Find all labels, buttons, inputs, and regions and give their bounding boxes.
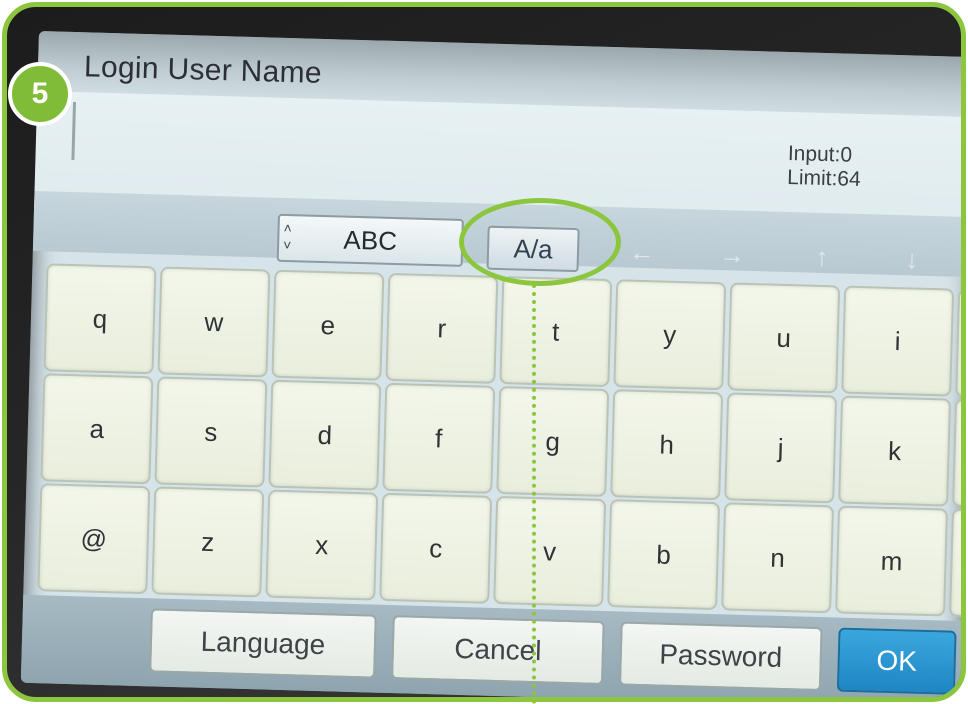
key-c[interactable]: c: [379, 492, 493, 604]
language-button[interactable]: Language: [149, 608, 377, 679]
key-w[interactable]: w: [157, 266, 271, 378]
key-k[interactable]: k: [838, 395, 952, 507]
key-s[interactable]: s: [154, 376, 268, 488]
up-arrow-button[interactable]: ↑: [787, 238, 858, 276]
key-x[interactable]: x: [265, 489, 379, 601]
key-v[interactable]: v: [493, 495, 607, 607]
key-r[interactable]: r: [385, 272, 499, 384]
key-u[interactable]: u: [727, 282, 841, 394]
key-t[interactable]: t: [499, 276, 613, 388]
right-arrow-button[interactable]: →: [697, 235, 768, 273]
up-down-spin-icon: ˄ ˅: [282, 219, 293, 254]
key-period[interactable]: .: [949, 508, 961, 620]
callout-pointer-line: [532, 284, 536, 704]
input-mode-button[interactable]: ˄ ˅ ABC: [276, 213, 464, 267]
key-o[interactable]: o: [955, 288, 961, 400]
key-n[interactable]: n: [721, 502, 835, 614]
ok-button[interactable]: OK: [836, 627, 957, 695]
cancel-button[interactable]: Cancel: [391, 615, 605, 686]
key-b[interactable]: b: [607, 499, 721, 611]
input-mode-label: ABC: [343, 224, 398, 257]
input-limit: Limit:64: [786, 165, 862, 191]
key-j[interactable]: j: [724, 392, 838, 504]
key-l[interactable]: l: [952, 398, 961, 510]
touch-screen: Login User Name Input:0 Limit:64 ˄ ˅ ABC …: [20, 31, 961, 697]
down-arrow-button[interactable]: ↓: [876, 240, 947, 278]
screen-title: Login User Name: [83, 50, 323, 90]
key-a[interactable]: a: [40, 373, 154, 485]
key-g[interactable]: g: [496, 385, 610, 498]
key-d[interactable]: d: [268, 379, 382, 491]
input-counter: Input:0 Limit:64: [787, 142, 862, 192]
case-toggle-highlight-ring: [459, 198, 621, 286]
key-z[interactable]: z: [151, 486, 265, 598]
key-e[interactable]: e: [271, 269, 385, 381]
username-input[interactable]: [71, 101, 793, 181]
key-f[interactable]: f: [382, 382, 496, 494]
input-count: Input:0: [787, 141, 853, 167]
key-m[interactable]: m: [835, 505, 949, 617]
key-at[interactable]: @: [37, 483, 151, 595]
step-number-badge: 5: [8, 62, 72, 126]
key-q[interactable]: q: [43, 263, 157, 375]
password-button[interactable]: Password: [618, 621, 823, 692]
key-y[interactable]: y: [613, 279, 727, 391]
key-i[interactable]: i: [841, 285, 955, 397]
key-h[interactable]: h: [610, 389, 724, 501]
device-photo-frame: Login User Name Input:0 Limit:64 ˄ ˅ ABC …: [2, 2, 966, 702]
